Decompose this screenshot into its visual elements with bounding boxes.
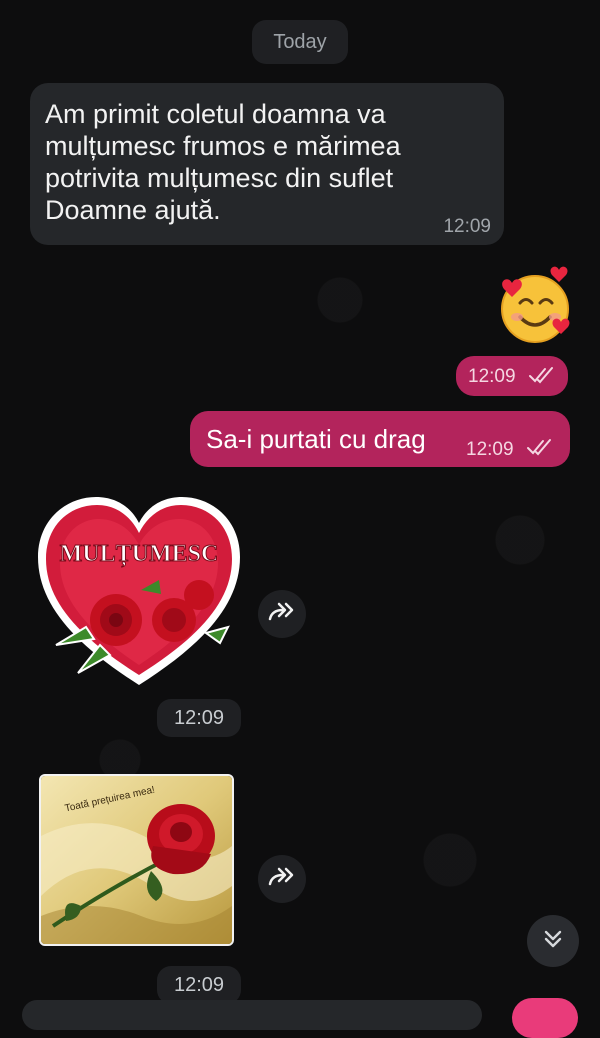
forward-icon: [267, 601, 297, 628]
smiling-face-with-hearts-emoji[interactable]: [492, 265, 578, 345]
emoji-time-bubble: 12:09: [456, 356, 568, 396]
rose-photo-image: [41, 776, 232, 944]
sticker-time: 12:09: [173, 706, 225, 729]
scroll-to-bottom-button[interactable]: [527, 915, 579, 967]
emoji-time: 12:09: [468, 366, 516, 387]
message-input-bar[interactable]: [22, 1000, 482, 1030]
forward-button[interactable]: [258, 590, 306, 638]
incoming-message[interactable]: Am primit coletul doamna va mulțumesc fr…: [30, 83, 504, 245]
sticker-time-pill: 12:09: [157, 699, 241, 737]
send-button[interactable]: [512, 998, 578, 1038]
incoming-message-text: Am primit coletul doamna va mulțumesc fr…: [45, 99, 401, 225]
date-divider: Today: [252, 20, 348, 64]
double-check-icon: [528, 364, 556, 391]
incoming-message-time: 12:09: [443, 216, 491, 237]
date-divider-label: Today: [273, 30, 327, 53]
double-check-icon: [526, 436, 554, 463]
rose-photo[interactable]: Toată prețuirea mea!: [39, 774, 234, 946]
thank-you-heart-sticker[interactable]: MULȚUMESC: [36, 495, 242, 689]
double-chevron-down-icon: [542, 928, 564, 955]
forward-button[interactable]: [258, 855, 306, 903]
outgoing-message-text: Sa-i purtati cu drag: [206, 424, 426, 454]
photo-time: 12:09: [173, 973, 225, 996]
photo-time-pill: 12:09: [157, 966, 241, 1004]
forward-icon: [267, 866, 297, 893]
outgoing-message[interactable]: Sa-i purtati cu drag 12:09: [190, 411, 570, 467]
outgoing-message-time: 12:09: [466, 439, 514, 460]
sticker-text: MULȚUMESC: [60, 541, 219, 568]
